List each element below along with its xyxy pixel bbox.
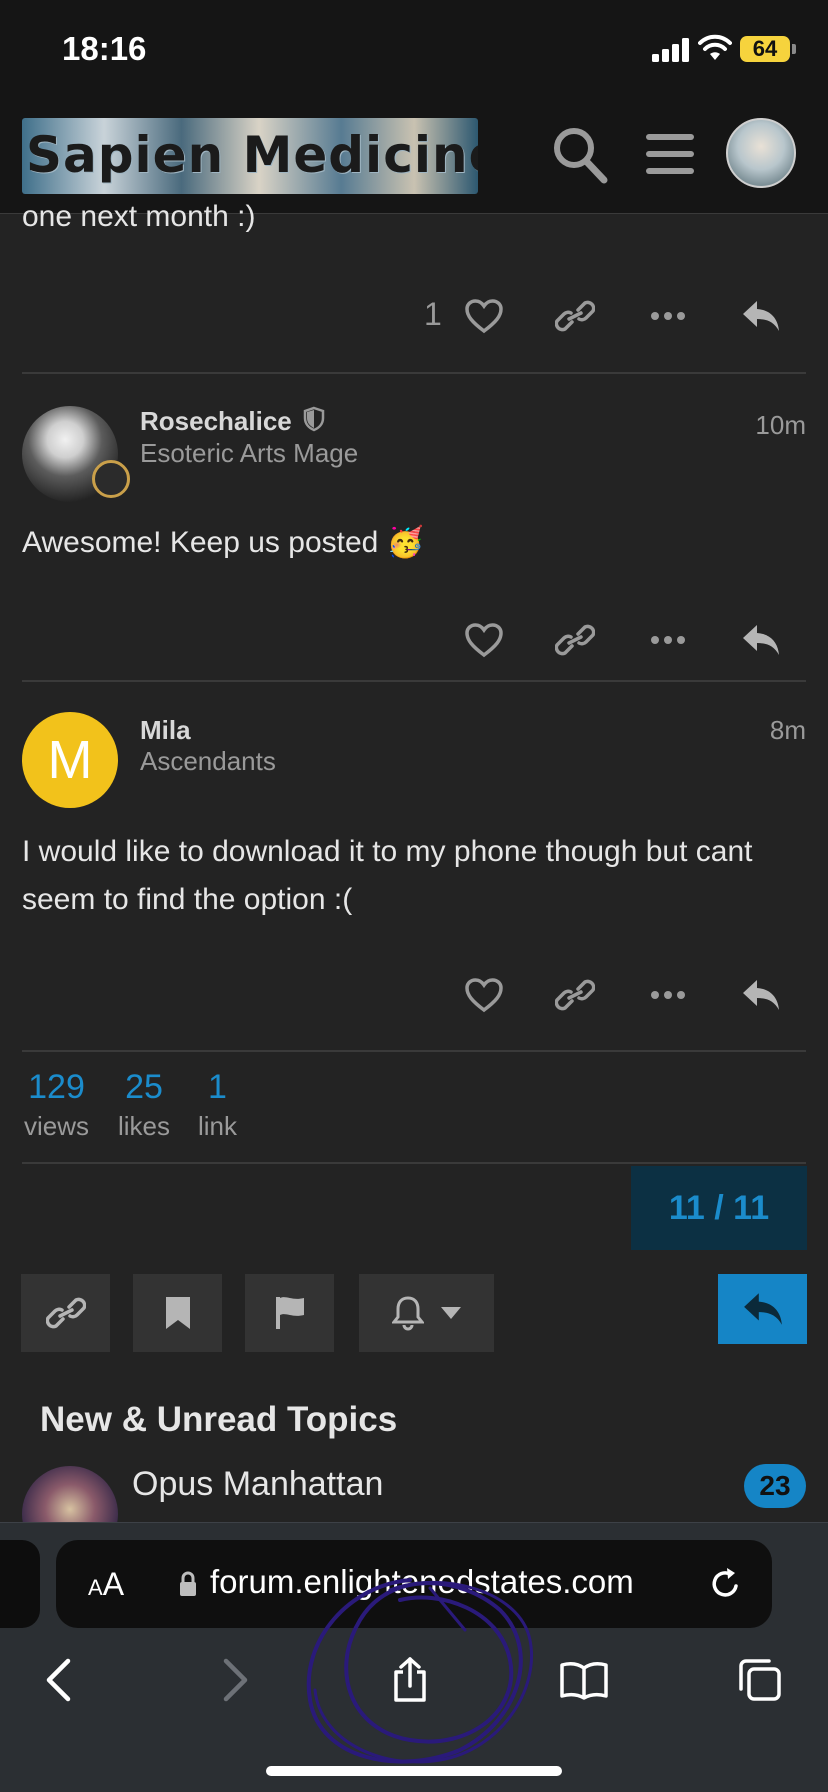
stat-label: link xyxy=(198,1111,238,1141)
site-header: Sapien Medicine xyxy=(0,100,828,214)
notification-level-dropdown[interactable] xyxy=(359,1274,494,1352)
heart-icon xyxy=(465,978,503,1013)
topic-progress[interactable]: 11 / 11 xyxy=(631,1166,807,1250)
status-bar: 18:16 64 xyxy=(0,0,828,100)
forward-button[interactable] xyxy=(206,1650,266,1710)
book-icon xyxy=(560,1662,608,1700)
post-body: I would like to download it to my phone … xyxy=(22,835,753,916)
back-button[interactable] xyxy=(28,1650,88,1710)
reply-to-topic-button[interactable] xyxy=(718,1274,807,1344)
reply-icon xyxy=(743,625,779,655)
copy-link-button[interactable] xyxy=(545,286,605,346)
post-time[interactable]: 10m xyxy=(755,410,806,441)
post-body: Awesome! Keep us posted 🥳 xyxy=(22,526,425,559)
previous-post-text: one next month :) xyxy=(22,200,256,233)
aa-small: A xyxy=(88,1575,103,1600)
post-username[interactable]: Rosechalice xyxy=(140,406,325,437)
lock-icon xyxy=(180,1571,196,1596)
more-options-button[interactable] xyxy=(638,610,698,670)
post-divider xyxy=(22,372,806,374)
battery-cap xyxy=(792,44,796,54)
shield-icon xyxy=(303,406,325,432)
stats-divider xyxy=(22,1162,806,1164)
heart-icon xyxy=(465,623,503,658)
chevron-left-icon xyxy=(46,1658,71,1702)
stat-number: 1 xyxy=(208,1068,227,1106)
share-topic-button[interactable] xyxy=(21,1274,110,1352)
user-flair-badge xyxy=(92,460,130,498)
post-username[interactable]: Mila xyxy=(140,715,191,746)
unread-count-badge[interactable]: 23 xyxy=(744,1464,806,1508)
link-icon xyxy=(45,1297,86,1329)
search-icon[interactable] xyxy=(550,124,608,184)
user-title: Esoteric Arts Mage xyxy=(140,438,359,468)
ellipsis-icon xyxy=(651,991,685,999)
caret-down-icon xyxy=(440,1307,461,1319)
bookmarks-button[interactable] xyxy=(554,1650,614,1710)
stat-number: 129 xyxy=(28,1068,85,1106)
tabs-button[interactable] xyxy=(730,1650,790,1710)
copy-link-button[interactable] xyxy=(545,610,605,670)
link-icon xyxy=(555,300,595,332)
chevron-right-icon xyxy=(223,1658,248,1702)
reload-icon[interactable] xyxy=(708,1566,744,1602)
cellular-signal-icon xyxy=(652,38,689,62)
link-icon xyxy=(555,624,595,656)
bookmark-icon xyxy=(165,1297,190,1329)
home-indicator[interactable] xyxy=(266,1766,562,1776)
like-count: 1 xyxy=(424,296,442,332)
stat-links[interactable]: 1 link xyxy=(198,1068,237,1142)
post-actions xyxy=(0,610,828,670)
site-logo[interactable]: Sapien Medicine xyxy=(22,118,478,194)
stat-views: 129 views xyxy=(24,1068,89,1142)
reply-icon xyxy=(743,980,779,1010)
like-button[interactable] xyxy=(454,286,514,346)
bell-icon xyxy=(391,1296,424,1331)
status-time: 18:16 xyxy=(62,30,147,67)
like-button[interactable] xyxy=(454,965,514,1025)
topic-title[interactable]: Opus Manhattan xyxy=(132,1465,383,1504)
reply-icon xyxy=(743,301,779,331)
ellipsis-icon xyxy=(651,312,685,320)
copy-link-button[interactable] xyxy=(545,965,605,1025)
aa-big: A xyxy=(102,1566,125,1602)
wifi-icon xyxy=(698,34,732,60)
reply-button[interactable] xyxy=(731,965,791,1025)
stat-number: 25 xyxy=(125,1068,163,1106)
site-logo-text: Sapien Medicine xyxy=(26,126,478,184)
ellipsis-icon xyxy=(651,636,685,644)
page-settings-button[interactable]: AA xyxy=(88,1566,124,1603)
reply-icon xyxy=(743,1293,782,1325)
battery-indicator: 64 xyxy=(740,36,790,62)
section-title: New & Unread Topics xyxy=(40,1400,398,1439)
previous-tab-peek[interactable] xyxy=(0,1540,40,1628)
reply-button[interactable] xyxy=(731,286,791,346)
heart-icon xyxy=(465,299,503,334)
flag-icon xyxy=(275,1297,304,1329)
post-divider xyxy=(22,680,806,682)
stat-label: likes xyxy=(118,1111,171,1141)
stat-label: views xyxy=(24,1111,90,1141)
link-icon xyxy=(555,979,595,1011)
more-options-button[interactable] xyxy=(638,286,698,346)
more-options-button[interactable] xyxy=(638,965,698,1025)
bookmark-button[interactable] xyxy=(133,1274,222,1352)
tabs-icon xyxy=(739,1659,781,1701)
hand-drawn-circle-annotation xyxy=(306,1578,533,1764)
flag-button[interactable] xyxy=(245,1274,334,1352)
post-actions xyxy=(0,965,828,1025)
post-divider xyxy=(22,1050,806,1052)
post-time[interactable]: 8m xyxy=(770,715,806,746)
user-avatar[interactable]: M xyxy=(22,712,118,808)
current-user-avatar[interactable] xyxy=(726,118,796,188)
user-title: Ascendants xyxy=(140,746,276,776)
stat-likes: 25 likes xyxy=(118,1068,170,1142)
post-actions: 1 xyxy=(0,286,828,346)
reply-button[interactable] xyxy=(731,610,791,670)
like-button[interactable] xyxy=(454,610,514,670)
hamburger-menu-icon[interactable] xyxy=(644,130,696,178)
